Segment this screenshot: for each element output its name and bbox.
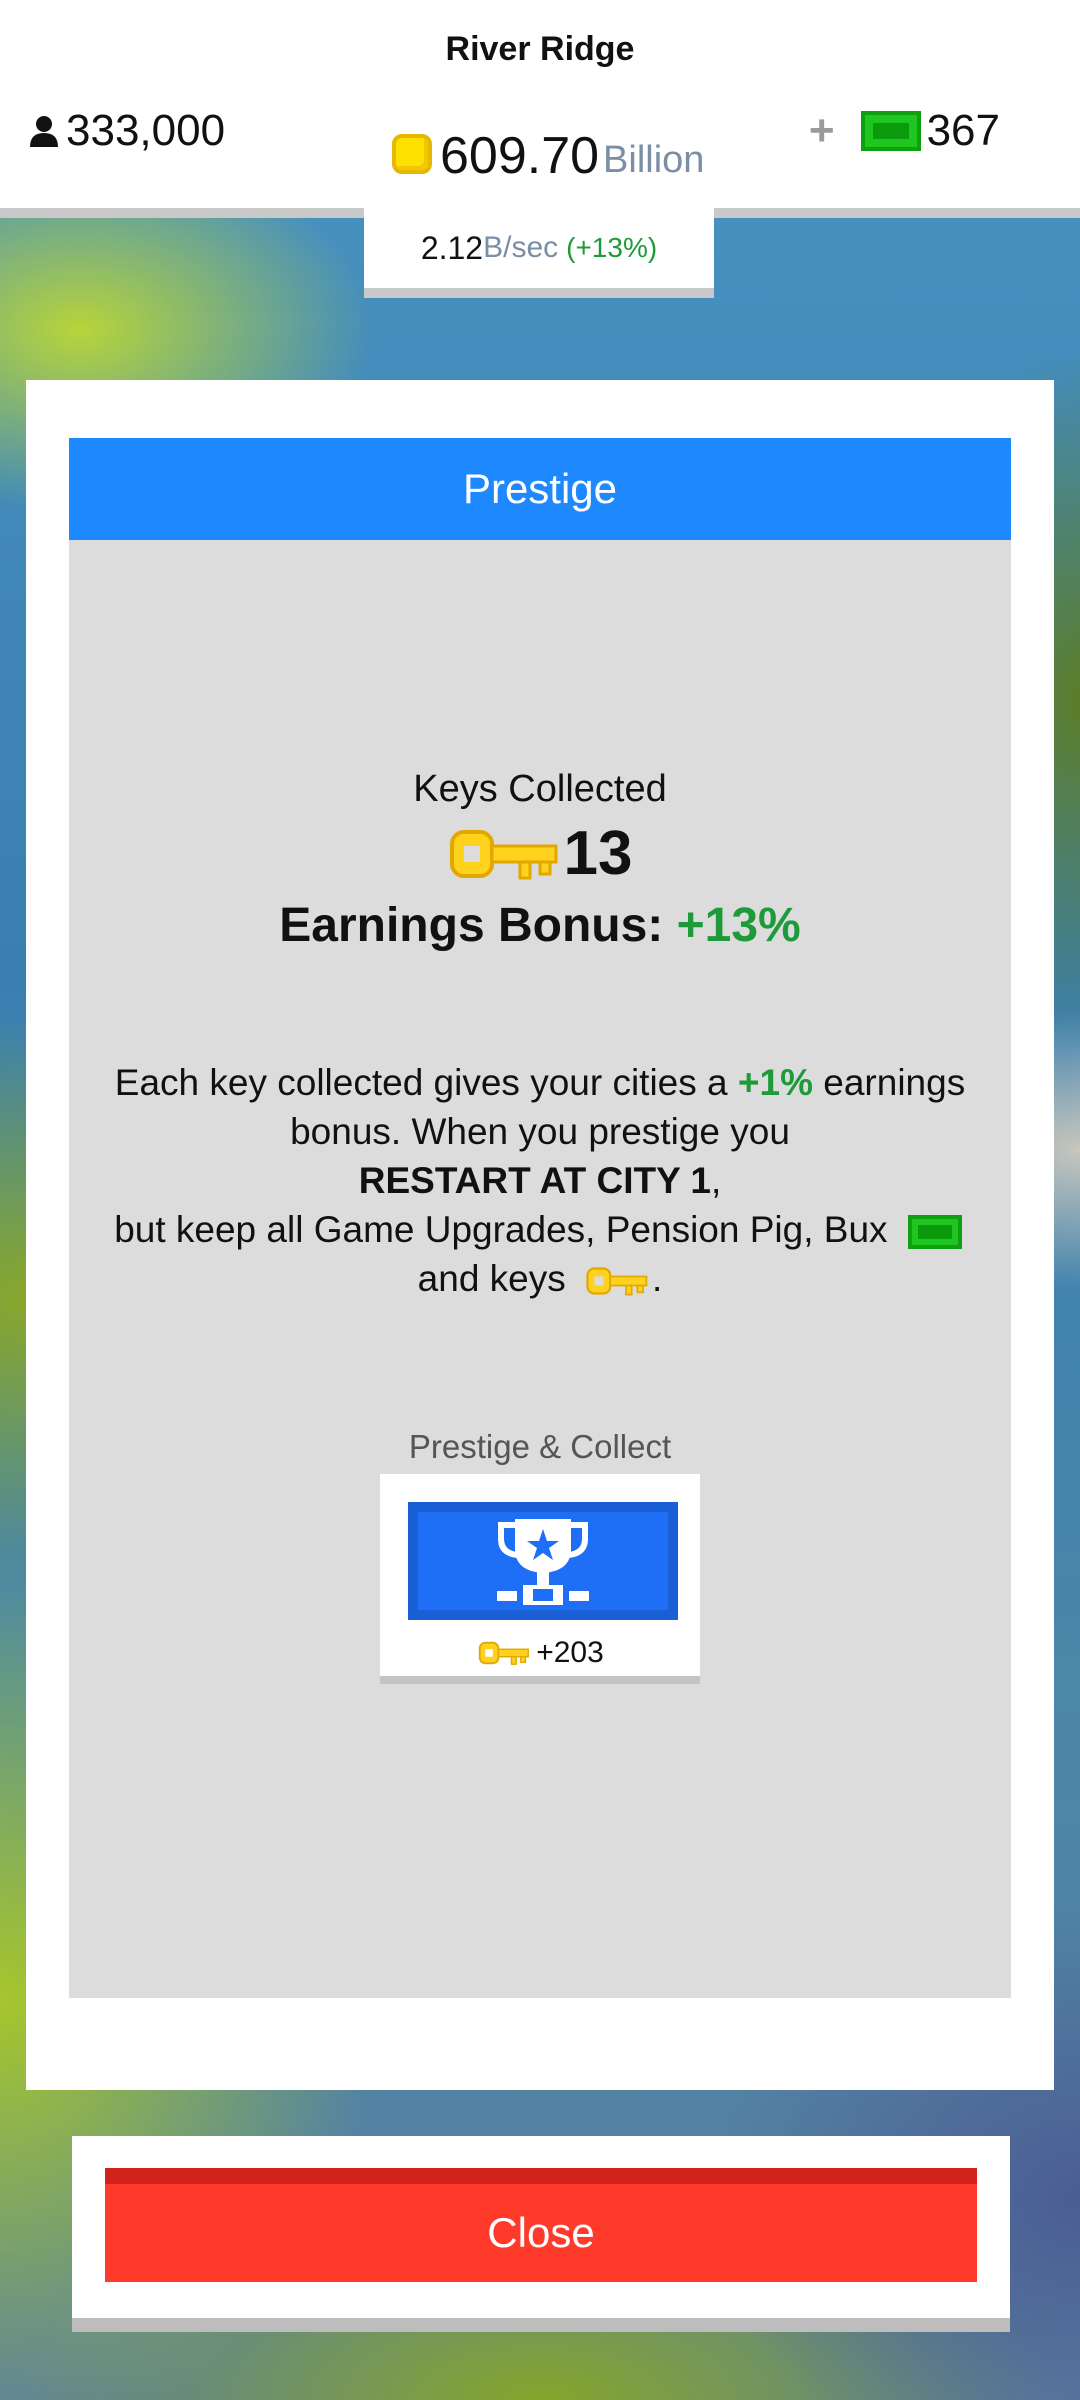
rate-unit: B/sec — [483, 231, 559, 264]
bux-cash-icon — [907, 1215, 962, 1250]
close-button[interactable]: Close — [105, 2168, 977, 2282]
coin-icon — [392, 134, 432, 174]
population-display: 333,000 — [26, 106, 225, 156]
income-rate-tab: 2.12 B/sec (+13%) — [364, 208, 714, 298]
population-value: 333,000 — [66, 106, 226, 155]
earnings-bonus-value: +13% — [676, 899, 801, 952]
prestige-reward-value: +203 — [536, 1636, 604, 1669]
key-icon — [479, 1641, 530, 1665]
prestige-modal: Prestige Keys Collected 13 Earnings Bonu… — [26, 380, 1054, 2090]
add-bux-button[interactable]: + — [809, 106, 835, 156]
keys-collected-label: Keys Collected — [413, 768, 667, 810]
desc-percent: +1% — [737, 1062, 813, 1103]
desc-text-3: but keep all Game Upgrades, Pension Pig,… — [114, 1209, 888, 1250]
prestige-collect-card[interactable]: +203 — [380, 1474, 700, 1684]
key-icon — [586, 1267, 648, 1296]
bux-display[interactable]: + 367 — [809, 106, 1000, 156]
desc-restart: RESTART AT CITY 1 — [358, 1160, 711, 1201]
prestige-reward: +203 — [380, 1636, 700, 1670]
city-name: River Ridge — [445, 30, 635, 68]
money-unit: Billion — [603, 139, 705, 182]
money-value: 609.70 — [440, 127, 600, 185]
person-icon — [30, 116, 58, 147]
bux-cash-icon — [860, 111, 921, 151]
earnings-bonus-label: Earnings Bonus: — [279, 899, 664, 952]
desc-text-1: Each key collected gives your cities a — [114, 1062, 728, 1103]
desc-text-4: and keys — [417, 1258, 566, 1299]
prestige-description: Each key collected gives your cities a +… — [89, 1058, 991, 1303]
keys-count-value: 13 — [563, 819, 633, 888]
prestige-panel: Prestige Keys Collected 13 Earnings Bonu… — [69, 438, 1011, 1998]
desc-comma: , — [710, 1160, 722, 1201]
rate-value: 2.12 — [420, 229, 484, 266]
close-button-container: Close — [72, 2136, 1010, 2332]
prestige-collect-button[interactable] — [408, 1502, 678, 1620]
key-icon — [449, 829, 558, 879]
money-display: 609.70 Billion — [392, 130, 704, 182]
earnings-bonus: Earnings Bonus: +13% — [69, 898, 1011, 953]
trophy-icon — [497, 1519, 589, 1605]
rate-bonus: (+13%) — [566, 232, 658, 263]
desc-period: . — [652, 1258, 663, 1299]
keys-collected-count: 13 — [69, 818, 1011, 889]
bux-count: 367 — [926, 106, 1000, 155]
prestige-collect-label: Prestige & Collect — [408, 1428, 672, 1465]
top-status-bar: River Ridge 333,000 609.70 Billion + 367 — [0, 0, 1080, 218]
modal-title: Prestige — [69, 438, 1011, 540]
